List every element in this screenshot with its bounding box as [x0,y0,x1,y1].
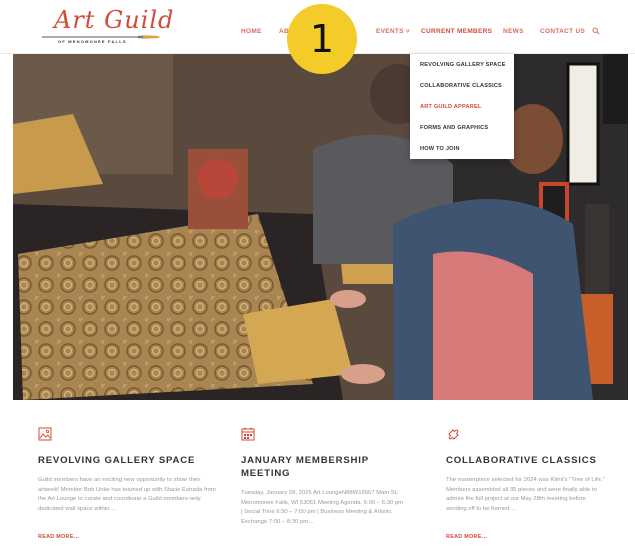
dropdown-item-forms-and-graphics[interactable]: FORMS AND GRAPHICS [420,125,488,131]
dropdown-item-how-to-join[interactable]: HOW TO JOIN [420,146,460,152]
dropdown-item-collaborative-classics[interactable]: COLLABORATIVE CLASSICS [420,83,502,89]
nav-events[interactable]: EVENTS ˅ [376,28,410,35]
feature-excerpt: Guild members have an exciting new oppor… [38,477,216,512]
feature-title[interactable]: COLLABORATIVE CLASSICS [446,454,631,467]
feature-title[interactable]: JANUARY MEMBERSHIP MEETING [241,454,401,480]
site-logo[interactable]: Art Guild OF MENOMONEE FALLS [36,6,173,48]
feature-excerpt: The masterpiece selected for 2024 was Kl… [446,477,605,512]
feature-title[interactable]: REVOLVING GALLERY SPACE [38,454,223,467]
nav-current-members[interactable]: CURRENT MEMBERS [421,28,492,35]
calendar-icon [241,427,255,441]
step-marker-number: 1 [309,17,335,61]
dropdown-item-art-guild-apparel[interactable]: ART GUILD APPAREL [420,104,482,110]
feature-excerpt: Tuesday, January 28, 2025 Art LoungeN88W… [241,490,404,525]
step-marker-badge: 1 [287,4,357,74]
search-icon[interactable] [592,27,600,35]
puzzle-icon [448,429,459,440]
read-more-link[interactable]: READ MORE… [38,534,79,540]
dropdown-item-revolving-gallery[interactable]: REVOLVING GALLERY SPACE [420,62,506,68]
read-more-link[interactable]: READ MORE… [446,534,487,540]
nav-contact-us[interactable]: CONTACT US [540,28,585,35]
nav-home[interactable]: HOME [241,28,262,35]
current-members-dropdown: REVOLVING GALLERY SPACE COLLABORATIVE CL… [410,54,514,159]
hero-photo-illustration [13,54,628,400]
image-icon [38,427,52,441]
hero-image [13,54,628,400]
nav-news[interactable]: NEWS [503,28,524,35]
